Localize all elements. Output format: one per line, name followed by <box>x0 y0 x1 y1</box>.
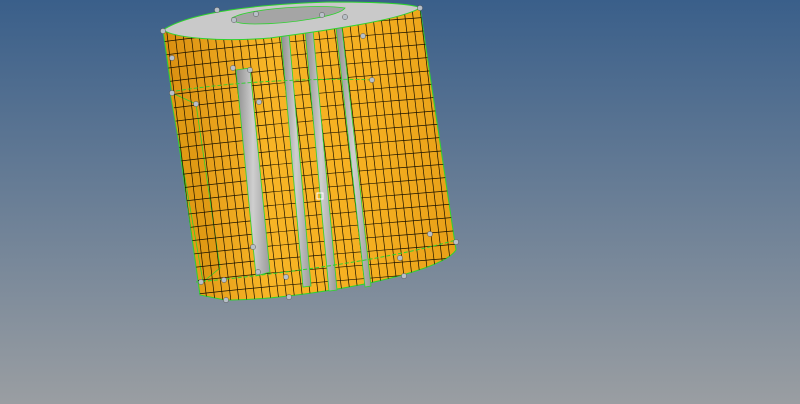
mesh-node[interactable] <box>231 17 237 23</box>
mesh-node[interactable] <box>397 255 403 261</box>
mesh-node[interactable] <box>221 277 227 283</box>
mesh-node[interactable] <box>453 239 459 245</box>
mesh-node[interactable] <box>283 274 289 280</box>
mesh-node[interactable] <box>250 244 256 250</box>
mesh-node[interactable] <box>169 90 175 96</box>
mesh-node[interactable] <box>286 294 292 300</box>
mesh-node[interactable] <box>247 67 253 73</box>
mesh-node[interactable] <box>198 279 204 285</box>
mesh-node[interactable] <box>160 28 166 34</box>
model-scene[interactable] <box>0 0 800 404</box>
mesh-node[interactable] <box>253 11 259 17</box>
mesh-node[interactable] <box>369 77 375 83</box>
mesh-node[interactable] <box>401 273 407 279</box>
mesh-node[interactable] <box>255 269 261 275</box>
mesh-node[interactable] <box>223 297 229 303</box>
mesh-node[interactable] <box>193 101 199 107</box>
mesh-node[interactable] <box>417 5 423 11</box>
graphics-viewport[interactable] <box>0 0 800 404</box>
mesh-node[interactable] <box>214 7 220 13</box>
mesh-node[interactable] <box>342 14 348 20</box>
mesh-node[interactable] <box>319 12 325 18</box>
mesh-node[interactable] <box>427 231 433 237</box>
mesh-node[interactable] <box>256 99 262 105</box>
mesh-node[interactable] <box>169 55 175 61</box>
mesh-node[interactable] <box>360 33 366 39</box>
mesh-node[interactable] <box>230 65 236 71</box>
cylinder-mesh[interactable] <box>150 0 472 310</box>
